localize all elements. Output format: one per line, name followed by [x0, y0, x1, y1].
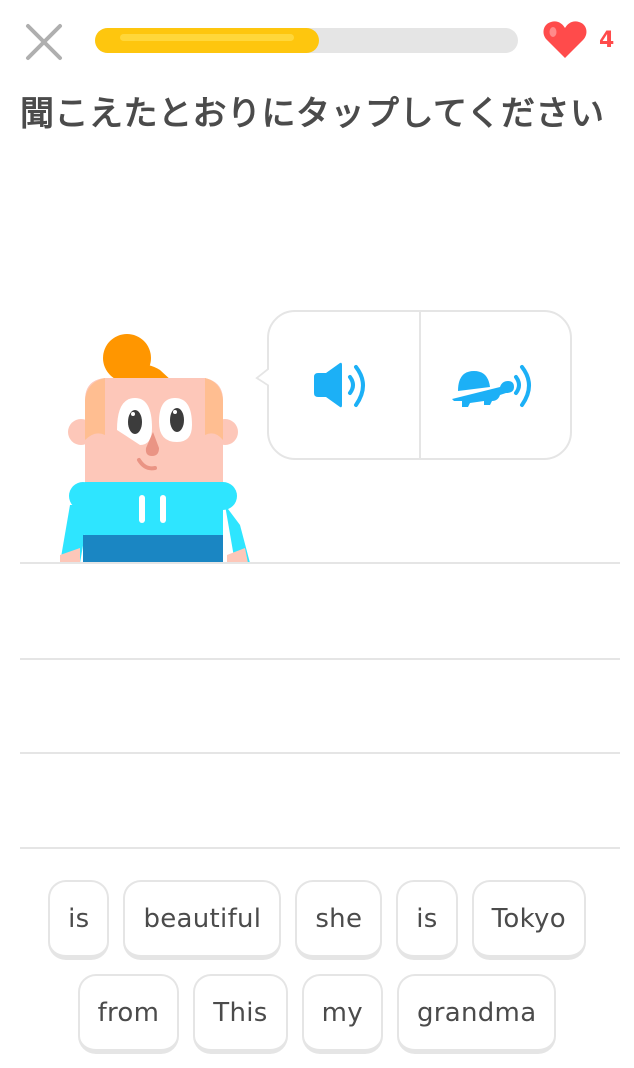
- word-tile[interactable]: Tokyo: [471, 880, 586, 960]
- word-tile[interactable]: This: [193, 974, 288, 1054]
- play-slow-audio-button[interactable]: [421, 312, 571, 458]
- bubble-tail: [255, 367, 269, 387]
- word-tile[interactable]: is: [48, 880, 110, 960]
- answer-line-3: [20, 752, 620, 754]
- word-tile[interactable]: grandma: [396, 974, 557, 1054]
- answer-line-2: [20, 658, 620, 660]
- word-tile[interactable]: from: [77, 974, 180, 1054]
- hearts-count: 4: [599, 27, 615, 53]
- answer-line-4: [20, 847, 620, 849]
- word-tile[interactable]: beautiful: [123, 880, 282, 960]
- close-icon: [26, 24, 62, 60]
- answer-line-1: [20, 562, 620, 564]
- word-tile[interactable]: she: [295, 880, 383, 960]
- speaker-icon: [313, 362, 365, 408]
- heart-icon: [543, 21, 587, 59]
- close-button[interactable]: [22, 20, 66, 64]
- prompt-title: 聞こえたとおりにタップしてください: [20, 94, 605, 134]
- word-bank: is beautiful she is Tokyo from This my g…: [20, 880, 614, 1068]
- turtle-speaker-icon: [452, 365, 532, 407]
- progress-fill: [95, 28, 320, 53]
- character-illustration: [55, 330, 255, 563]
- lesson-progress-bar: [95, 28, 518, 53]
- word-tile[interactable]: is: [396, 880, 458, 960]
- hearts-indicator[interactable]: 4: [541, 20, 614, 60]
- word-tile[interactable]: my: [301, 974, 383, 1054]
- progress-shine: [120, 34, 295, 41]
- play-audio-button[interactable]: [269, 312, 419, 458]
- word-bank-row-1: is beautiful she is Tokyo: [20, 880, 614, 960]
- word-bank-row-2: from This my grandma: [20, 974, 614, 1054]
- audio-speech-bubble: [255, 310, 572, 460]
